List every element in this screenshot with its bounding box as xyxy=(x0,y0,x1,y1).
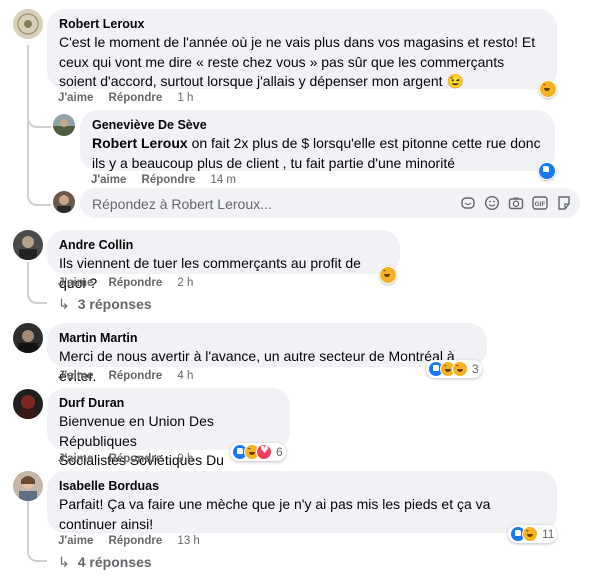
reply-button[interactable]: Répondre xyxy=(109,92,163,104)
like-button[interactable]: J'aime xyxy=(58,535,93,547)
reaction-summary[interactable]: 6 xyxy=(230,443,286,461)
thread-curve xyxy=(27,110,51,128)
comment-actions: J'aime Répondre 14 m xyxy=(91,174,236,186)
reply-button[interactable]: Répondre xyxy=(142,174,196,186)
like-button[interactable]: J'aime xyxy=(58,92,93,104)
reaction-summary[interactable]: 3 xyxy=(426,360,482,378)
avatar[interactable] xyxy=(13,389,43,419)
comment-time[interactable]: 1 h xyxy=(177,92,193,104)
reaction-summary[interactable] xyxy=(379,266,397,284)
thread-curve xyxy=(27,288,47,304)
reply-button[interactable]: Répondre xyxy=(109,370,163,382)
reaction-count: 3 xyxy=(472,362,479,376)
comment-actions: J'aime Répondre 4 h xyxy=(58,370,193,382)
reply-button[interactable]: Répondre xyxy=(109,535,163,547)
svg-text:GIF: GIF xyxy=(535,201,546,208)
reaction-count: 11 xyxy=(542,527,555,541)
comment-time[interactable]: 14 m xyxy=(210,174,236,186)
haha-reaction-icon xyxy=(540,81,556,97)
comment-author[interactable]: Martin Martin xyxy=(59,330,475,347)
current-user-avatar xyxy=(53,191,75,213)
gif-icon[interactable]: GIF xyxy=(532,195,548,211)
haha-reaction-icon xyxy=(380,267,396,283)
comment-time[interactable]: 9 h xyxy=(177,453,193,465)
comment-time[interactable]: 13 h xyxy=(177,535,199,547)
thread-line xyxy=(27,500,29,545)
reaction-summary[interactable] xyxy=(539,80,557,98)
view-replies-link[interactable]: ↳ 4 réponses xyxy=(58,554,152,571)
like-reaction-icon xyxy=(539,163,555,179)
reply-arrow-icon: ↳ xyxy=(58,555,70,571)
avatar[interactable] xyxy=(13,471,43,501)
comment-bubble: Durf Duran Bienvenue en Union Des Républ… xyxy=(47,388,290,488)
love-reaction-icon xyxy=(256,444,272,460)
comment-bubble: Martin Martin Merci de nous avertir à l'… xyxy=(47,323,487,384)
comment-bubble: Robert Leroux C'est le moment de l'année… xyxy=(47,9,557,89)
comment-author[interactable]: Andre Collin xyxy=(59,237,388,254)
camera-icon[interactable] xyxy=(508,195,524,211)
like-button[interactable]: J'aime xyxy=(58,370,93,382)
avatar[interactable] xyxy=(53,114,75,136)
comment-author[interactable]: Durf Duran xyxy=(59,395,278,412)
reaction-summary[interactable] xyxy=(538,162,556,180)
comment-time[interactable]: 2 h xyxy=(177,277,193,289)
emoji-icon[interactable] xyxy=(484,195,500,211)
replies-count: 3 réponses xyxy=(77,296,152,312)
comment-actions: J'aime Répondre 2 h xyxy=(58,277,193,289)
sticker-icon[interactable] xyxy=(460,195,476,211)
comment-actions: J'aime Répondre 1 h xyxy=(58,92,193,104)
comment-text: C'est le moment de l'année où je ne vais… xyxy=(59,34,536,89)
mention-link[interactable]: Robert Leroux xyxy=(92,135,188,151)
avatar[interactable] xyxy=(13,230,43,260)
comment-text: Robert Leroux on fait 2x plus de $ lorsq… xyxy=(92,134,543,173)
avatar[interactable] xyxy=(13,323,43,353)
comment-author[interactable]: Isabelle Borduas xyxy=(59,478,545,495)
sticker-square-icon[interactable] xyxy=(556,195,572,211)
reply-button[interactable]: Répondre xyxy=(109,453,163,465)
comment-author[interactable]: Robert Leroux xyxy=(59,16,545,33)
comment-bubble: Isabelle Borduas Parfait! Ça va faire un… xyxy=(47,471,557,533)
reaction-summary[interactable]: 11 xyxy=(508,525,558,543)
thread-curve xyxy=(27,540,47,562)
comment-bubble: Geneviève De Sève Robert Leroux on fait … xyxy=(80,110,555,171)
like-button[interactable]: J'aime xyxy=(91,174,126,186)
reply-input[interactable]: Répondez à Robert Leroux... GIF xyxy=(80,188,580,218)
haha-reaction-icon xyxy=(522,526,538,542)
view-replies-link[interactable]: ↳ 3 réponses xyxy=(58,296,152,313)
reply-button[interactable]: Répondre xyxy=(109,277,163,289)
reply-arrow-icon: ↳ xyxy=(58,297,70,313)
like-button[interactable]: J'aime xyxy=(58,277,93,289)
comment-actions: J'aime Répondre 9 h xyxy=(58,453,193,465)
comment-time[interactable]: 4 h xyxy=(177,370,193,382)
like-button[interactable]: J'aime xyxy=(58,453,93,465)
thread-curve xyxy=(27,192,51,206)
reaction-count: 6 xyxy=(276,445,283,459)
comment-text: Parfait! Ça va faire une mèche que je n'… xyxy=(59,496,491,532)
avatar[interactable] xyxy=(13,9,43,39)
haha-reaction-icon xyxy=(452,361,468,377)
comment-bubble: Andre Collin Ils viennent de tuer les co… xyxy=(47,230,400,291)
comment-author[interactable]: Geneviève De Sève xyxy=(92,117,543,134)
reply-placeholder: Répondez à Robert Leroux... xyxy=(92,196,272,212)
comment-text-line: Bienvenue en Union Des Républiques xyxy=(59,413,214,449)
comment-actions: J'aime Répondre 13 h xyxy=(58,535,200,547)
replies-count: 4 réponses xyxy=(77,554,152,570)
